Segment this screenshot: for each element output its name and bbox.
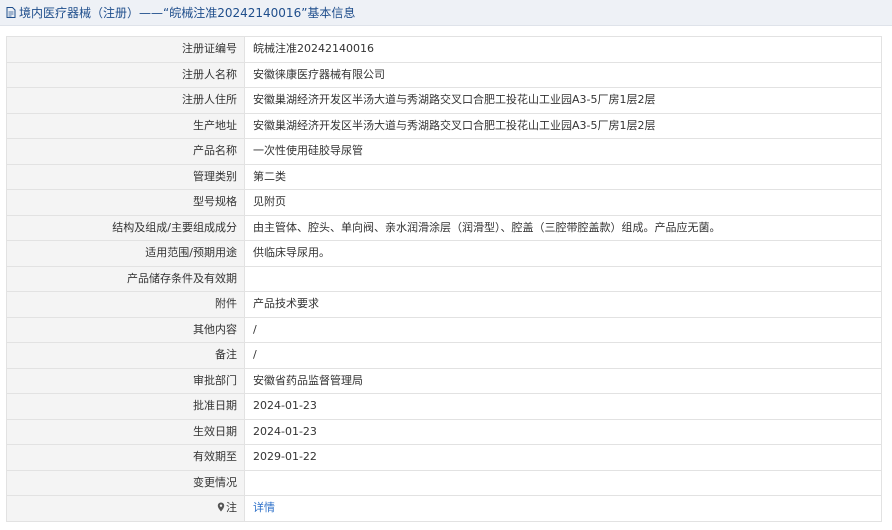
pin-icon xyxy=(217,502,225,512)
row-value xyxy=(244,265,882,292)
row-value: / xyxy=(244,342,882,369)
row-label: 审批部门 xyxy=(6,367,245,394)
table-row: 变更情况 xyxy=(6,469,882,496)
row-value: 安徽巢湖经济开发区半汤大道与秀湖路交叉口合肥工投花山工业园A3-5厂房1层2层 xyxy=(244,87,882,114)
table-row: 结构及组成/主要组成成分 由主管体、腔头、单向阀、亲水润滑涂层（润滑型）、腔盖（… xyxy=(6,214,882,241)
row-value: 安徽徕康医疗器械有限公司 xyxy=(244,61,882,88)
table-row: 生产地址 安徽巢湖经济开发区半汤大道与秀湖路交叉口合肥工投花山工业园A3-5厂房… xyxy=(6,112,882,139)
table-row: 有效期至 2029-01-22 xyxy=(6,444,882,471)
row-label: 注册人名称 xyxy=(6,61,245,88)
note-row: 注 详情 xyxy=(6,495,882,522)
row-label: 批准日期 xyxy=(6,393,245,420)
row-value: 产品技术要求 xyxy=(244,291,882,318)
row-label: 适用范围/预期用途 xyxy=(6,240,245,267)
page-header: 境内医疗器械（注册）——“皖械注准20242140016”基本信息 xyxy=(0,0,892,26)
row-value: / xyxy=(244,316,882,343)
note-label-cell: 注 xyxy=(6,495,245,522)
table-row: 注册人住所 安徽巢湖经济开发区半汤大道与秀湖路交叉口合肥工投花山工业园A3-5厂… xyxy=(6,87,882,114)
row-label: 产品储存条件及有效期 xyxy=(6,265,245,292)
row-label: 有效期至 xyxy=(6,444,245,471)
row-label: 生产地址 xyxy=(6,112,245,139)
row-value: 2024-01-23 xyxy=(244,418,882,445)
row-label: 注册证编号 xyxy=(6,36,245,63)
row-label: 注册人住所 xyxy=(6,87,245,114)
table-row: 其他内容 / xyxy=(6,316,882,343)
row-value: 供临床导尿用。 xyxy=(244,240,882,267)
row-value: 由主管体、腔头、单向阀、亲水润滑涂层（润滑型）、腔盖（三腔带腔盖款）组成。产品应… xyxy=(244,214,882,241)
row-label: 变更情况 xyxy=(6,469,245,496)
document-icon xyxy=(6,7,16,18)
table-row: 生效日期 2024-01-23 xyxy=(6,418,882,445)
row-value: 见附页 xyxy=(244,189,882,216)
info-table: 注册证编号 皖械注准20242140016 注册人名称 安徽徕康医疗器械有限公司… xyxy=(6,36,882,522)
table-row: 附件 产品技术要求 xyxy=(6,291,882,318)
note-label: 注 xyxy=(226,501,237,515)
table-row: 产品储存条件及有效期 xyxy=(6,265,882,292)
row-label: 产品名称 xyxy=(6,138,245,165)
row-label: 型号规格 xyxy=(6,189,245,216)
table-row: 批准日期 2024-01-23 xyxy=(6,393,882,420)
table-row: 审批部门 安徽省药品监督管理局 xyxy=(6,367,882,394)
row-label: 管理类别 xyxy=(6,163,245,190)
table-row: 型号规格 见附页 xyxy=(6,189,882,216)
row-value: 安徽省药品监督管理局 xyxy=(244,367,882,394)
row-label: 结构及组成/主要组成成分 xyxy=(6,214,245,241)
table-row: 备注 / xyxy=(6,342,882,369)
note-value-cell: 详情 xyxy=(244,495,882,522)
row-value xyxy=(244,469,882,496)
row-label: 附件 xyxy=(6,291,245,318)
row-value: 一次性使用硅胶导尿管 xyxy=(244,138,882,165)
row-label: 其他内容 xyxy=(6,316,245,343)
table-row: 注册人名称 安徽徕康医疗器械有限公司 xyxy=(6,61,882,88)
table-row: 适用范围/预期用途 供临床导尿用。 xyxy=(6,240,882,267)
detail-link[interactable]: 详情 xyxy=(253,501,275,514)
table-row: 产品名称 一次性使用硅胶导尿管 xyxy=(6,138,882,165)
row-value: 安徽巢湖经济开发区半汤大道与秀湖路交叉口合肥工投花山工业园A3-5厂房1层2层 xyxy=(244,112,882,139)
row-label: 备注 xyxy=(6,342,245,369)
table-row: 管理类别 第二类 xyxy=(6,163,882,190)
row-value: 2024-01-23 xyxy=(244,393,882,420)
row-label: 生效日期 xyxy=(6,418,245,445)
row-value: 第二类 xyxy=(244,163,882,190)
info-table-container: 注册证编号 皖械注准20242140016 注册人名称 安徽徕康医疗器械有限公司… xyxy=(6,36,882,522)
table-row: 注册证编号 皖械注准20242140016 xyxy=(6,36,882,63)
row-value: 2029-01-22 xyxy=(244,444,882,471)
row-value: 皖械注准20242140016 xyxy=(244,36,882,63)
page-title: 境内医疗器械（注册）——“皖械注准20242140016”基本信息 xyxy=(19,6,356,20)
